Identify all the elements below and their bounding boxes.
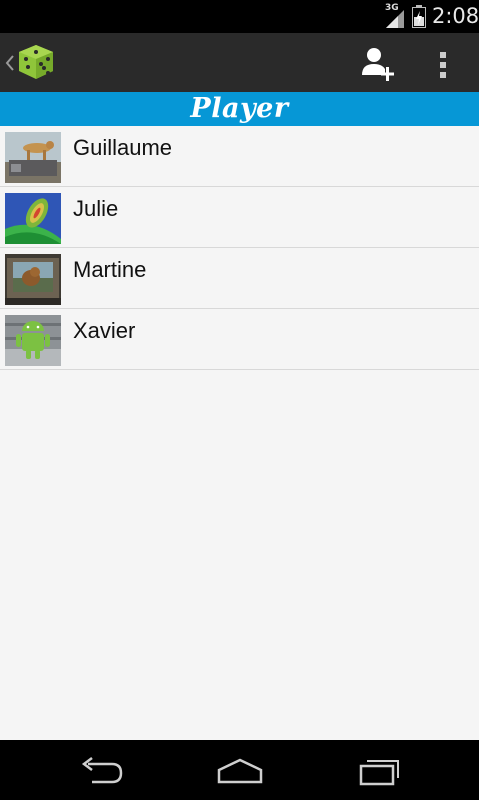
back-icon[interactable] <box>78 754 124 788</box>
android-robot-photo <box>5 315 61 366</box>
player-name: Julie <box>73 196 119 221</box>
player-list: Guillaume Julie Martine Xavier <box>0 126 479 370</box>
battery-icon <box>412 5 426 28</box>
abstract-green-photo <box>5 193 61 244</box>
animal-window-photo <box>5 254 61 305</box>
home-icon[interactable] <box>216 754 264 788</box>
status-bar: 3G 2:08 <box>0 0 479 33</box>
recent-apps-icon[interactable] <box>358 754 404 788</box>
page-title: Player <box>0 92 479 126</box>
player-name: Guillaume <box>73 135 173 160</box>
dice-app-icon[interactable] <box>17 43 55 81</box>
player-name: Martine <box>73 257 147 282</box>
cheetah-car-photo <box>5 132 61 183</box>
list-item[interactable]: Xavier <box>0 309 479 370</box>
up-caret-icon[interactable] <box>5 55 15 71</box>
add-user-icon[interactable] <box>360 45 396 83</box>
overflow-menu-icon[interactable] <box>439 51 447 79</box>
player-name: Xavier <box>73 318 136 343</box>
action-bar <box>0 33 479 92</box>
list-item[interactable]: Guillaume <box>0 126 479 187</box>
navigation-bar <box>0 740 479 800</box>
list-item[interactable]: Martine <box>0 248 479 309</box>
list-item[interactable]: Julie <box>0 187 479 248</box>
clock: 2:08 <box>432 4 479 28</box>
signal-icon <box>386 10 404 28</box>
